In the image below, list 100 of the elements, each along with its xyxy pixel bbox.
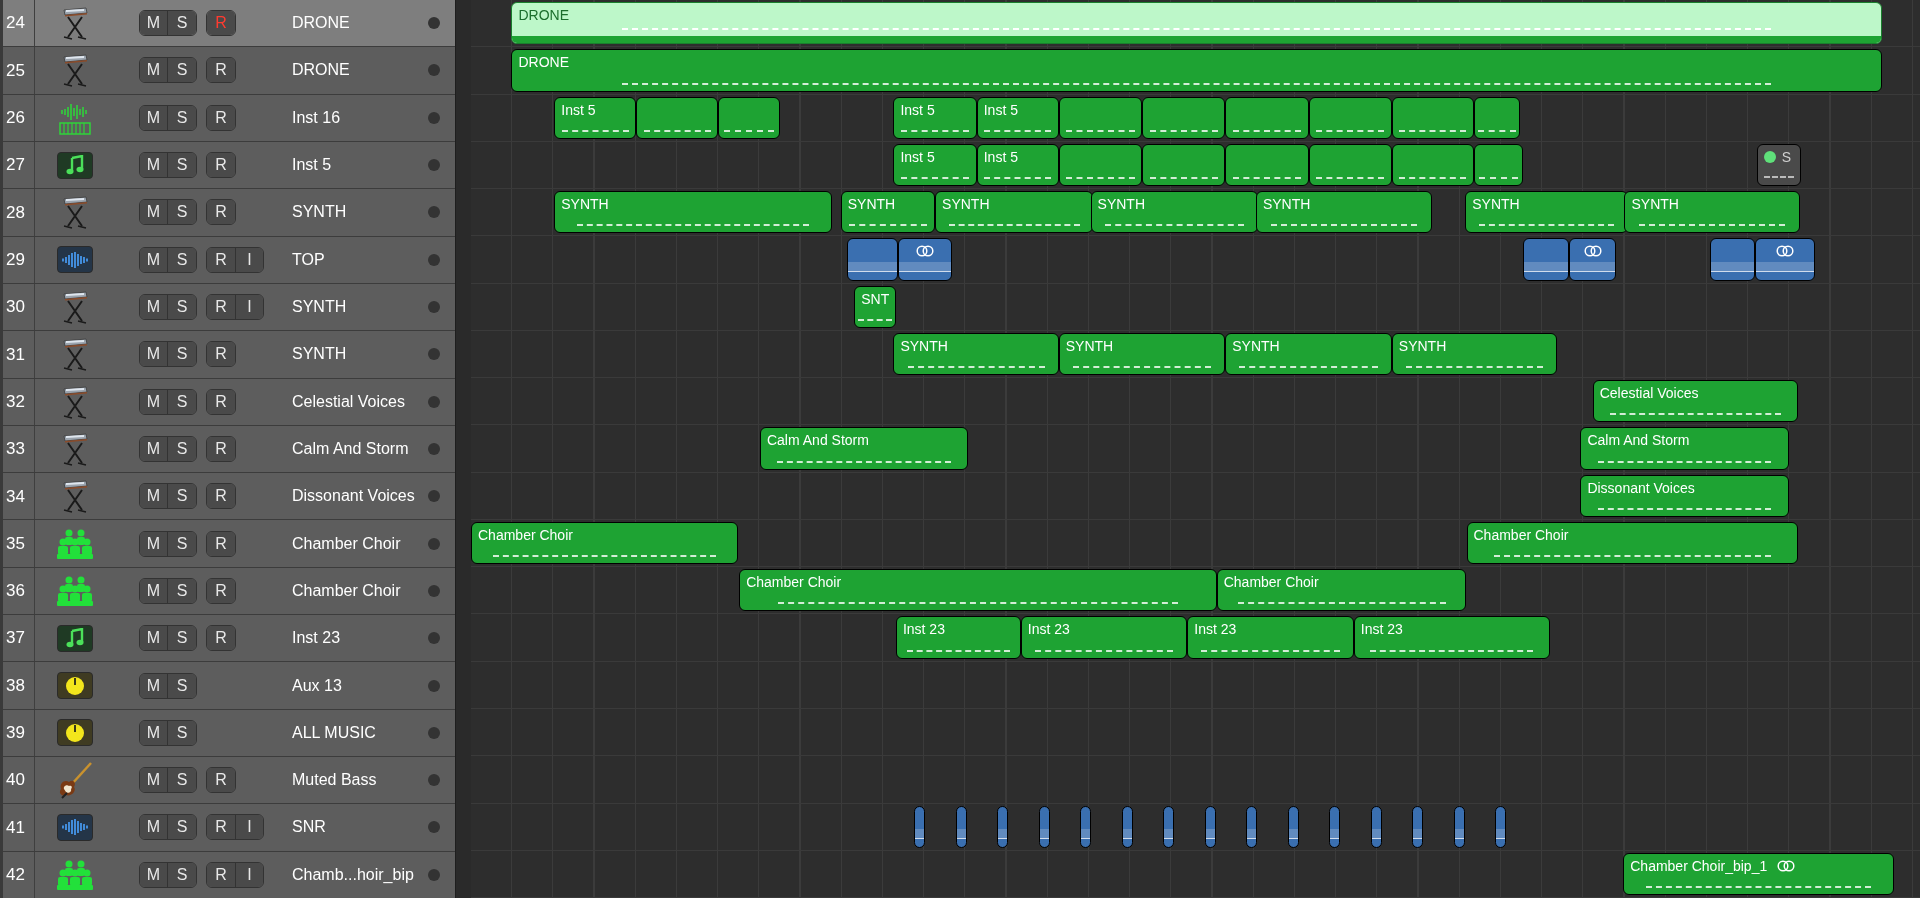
track-toggle-button[interactable]: M xyxy=(140,626,168,651)
muted-region[interactable]: S xyxy=(1756,143,1801,187)
track-toggle-button[interactable]: S xyxy=(168,342,196,367)
audio-region[interactable] xyxy=(1755,238,1816,281)
record-enable-button[interactable]: R xyxy=(207,342,235,367)
track-header[interactable]: 35 M S R Chamber Choir xyxy=(3,520,455,567)
track-toggle-button[interactable]: M xyxy=(140,815,168,840)
track-toggle-button[interactable]: M xyxy=(140,247,168,272)
midi-region[interactable] xyxy=(718,96,780,139)
track-toggle-button[interactable]: S xyxy=(168,389,196,414)
track-toggle-button[interactable]: S xyxy=(168,531,196,556)
audio-region[interactable] xyxy=(1163,805,1175,848)
track-toggle-button[interactable]: S xyxy=(168,862,196,887)
record-enable-button[interactable]: R xyxy=(207,200,235,225)
midi-region[interactable] xyxy=(1308,96,1392,139)
record-enable-button[interactable]: R xyxy=(207,862,235,887)
record-enable-button[interactable]: R xyxy=(207,626,235,651)
audio-region[interactable] xyxy=(1495,805,1507,848)
audio-region[interactable] xyxy=(997,805,1009,848)
track-toggle-button[interactable]: S xyxy=(168,247,196,272)
midi-region[interactable] xyxy=(1473,96,1521,139)
track-toggle-button[interactable]: S xyxy=(168,720,196,745)
track-toggle-button[interactable]: M xyxy=(140,768,168,793)
track-toggle-button[interactable]: M xyxy=(140,862,168,887)
audio-region[interactable] xyxy=(1522,238,1570,281)
track-header[interactable]: 30 M S R I SYNTH xyxy=(3,283,455,331)
track-toggle-button[interactable]: S xyxy=(168,673,196,698)
audio-region[interactable] xyxy=(1710,238,1756,281)
audio-region[interactable] xyxy=(1038,805,1050,848)
audio-region[interactable] xyxy=(1246,805,1258,848)
audio-region[interactable] xyxy=(1329,805,1341,848)
track-toggle-button[interactable]: M xyxy=(140,578,168,603)
track-toggle-button[interactable]: S xyxy=(168,200,196,225)
track-toggle-button[interactable]: S xyxy=(168,578,196,603)
audio-region[interactable] xyxy=(1370,805,1382,848)
track-toggle-button[interactable]: S xyxy=(168,815,196,840)
audio-region[interactable] xyxy=(1453,805,1465,848)
track-header[interactable]: 32 M S R Celestial Voices xyxy=(3,378,455,425)
midi-region[interactable] xyxy=(1473,143,1523,187)
audio-region[interactable] xyxy=(1287,805,1299,848)
track-header[interactable]: 41 M S R I SNR xyxy=(3,804,455,851)
track-toggle-button[interactable]: M xyxy=(140,295,168,320)
track-toggle-button[interactable]: M xyxy=(140,531,168,556)
track-toggle-button[interactable]: I xyxy=(235,247,263,272)
midi-region[interactable] xyxy=(1058,96,1142,139)
track-header[interactable]: 38 M S Aux 13 xyxy=(3,662,455,709)
track-toggle-button[interactable]: M xyxy=(140,342,168,367)
track-toggle-button[interactable]: I xyxy=(235,815,263,840)
track-toggle-button[interactable]: M xyxy=(140,153,168,178)
track-toggle-button[interactable]: S xyxy=(168,768,196,793)
track-toggle-button[interactable]: S xyxy=(168,58,196,83)
track-header[interactable]: 42 M S R I Chamb...hoir_bip xyxy=(3,851,455,898)
record-enable-button[interactable]: R xyxy=(207,815,235,840)
record-enable-button[interactable]: R xyxy=(207,531,235,556)
track-header[interactable]: 29 M S R I TOP xyxy=(3,236,455,283)
track-toggle-button[interactable]: M xyxy=(140,105,168,130)
record-enable-button[interactable]: R xyxy=(207,58,235,83)
track-toggle-button[interactable]: S xyxy=(168,11,196,36)
track-header[interactable]: 39 M S ALL MUSIC xyxy=(3,709,455,756)
midi-region[interactable] xyxy=(1142,143,1226,187)
track-header[interactable]: 33 M S R Calm And Storm xyxy=(3,425,455,473)
audio-region[interactable] xyxy=(898,238,953,281)
audio-region[interactable] xyxy=(1569,238,1616,281)
audio-region[interactable] xyxy=(846,238,899,281)
track-toggle-button[interactable]: S xyxy=(168,484,196,509)
record-enable-button[interactable]: R xyxy=(207,105,235,130)
track-toggle-button[interactable]: I xyxy=(235,295,263,320)
midi-region[interactable] xyxy=(1225,143,1309,187)
track-header[interactable]: 31 M S R SYNTH xyxy=(3,331,455,378)
record-enable-button[interactable]: R xyxy=(207,247,235,272)
track-header[interactable]: 28 M S R SYNTH xyxy=(3,189,455,236)
track-header[interactable]: 34 M S R Dissonant Voices xyxy=(3,473,455,520)
track-toggle-button[interactable]: S xyxy=(168,105,196,130)
track-toggle-button[interactable]: S xyxy=(168,436,196,461)
audio-region[interactable] xyxy=(1080,805,1092,848)
midi-region[interactable] xyxy=(1225,96,1309,139)
track-toggle-button[interactable]: M xyxy=(140,720,168,745)
audio-region[interactable] xyxy=(1412,805,1424,848)
track-toggle-button[interactable]: I xyxy=(235,862,263,887)
track-header[interactable]: 40 M S R Muted Bass xyxy=(3,757,455,804)
track-header[interactable]: 26 M S R Inst 16 xyxy=(3,94,455,141)
track-toggle-button[interactable]: M xyxy=(140,58,168,83)
midi-region[interactable]: DRONE xyxy=(511,2,1882,45)
midi-region[interactable] xyxy=(1058,143,1142,187)
track-toggle-button[interactable]: S xyxy=(168,626,196,651)
track-header[interactable]: 36 M S R Chamber Choir xyxy=(3,567,455,615)
audio-region[interactable] xyxy=(1121,805,1133,848)
track-toggle-button[interactable]: M xyxy=(140,436,168,461)
record-enable-button[interactable]: R xyxy=(207,153,235,178)
midi-region[interactable] xyxy=(1391,143,1474,187)
record-enable-button[interactable]: R xyxy=(207,295,235,320)
record-enable-button[interactable]: R xyxy=(207,436,235,461)
audio-region[interactable] xyxy=(1204,805,1216,848)
track-toggle-button[interactable]: S xyxy=(168,295,196,320)
track-toggle-button[interactable]: S xyxy=(168,153,196,178)
track-header[interactable]: 37 M S R Inst 23 xyxy=(3,615,455,662)
track-header[interactable]: 24 M S R DRONE xyxy=(3,0,455,47)
record-enable-button[interactable]: R xyxy=(207,389,235,414)
audio-region[interactable] xyxy=(955,805,967,848)
track-toggle-button[interactable]: M xyxy=(140,484,168,509)
